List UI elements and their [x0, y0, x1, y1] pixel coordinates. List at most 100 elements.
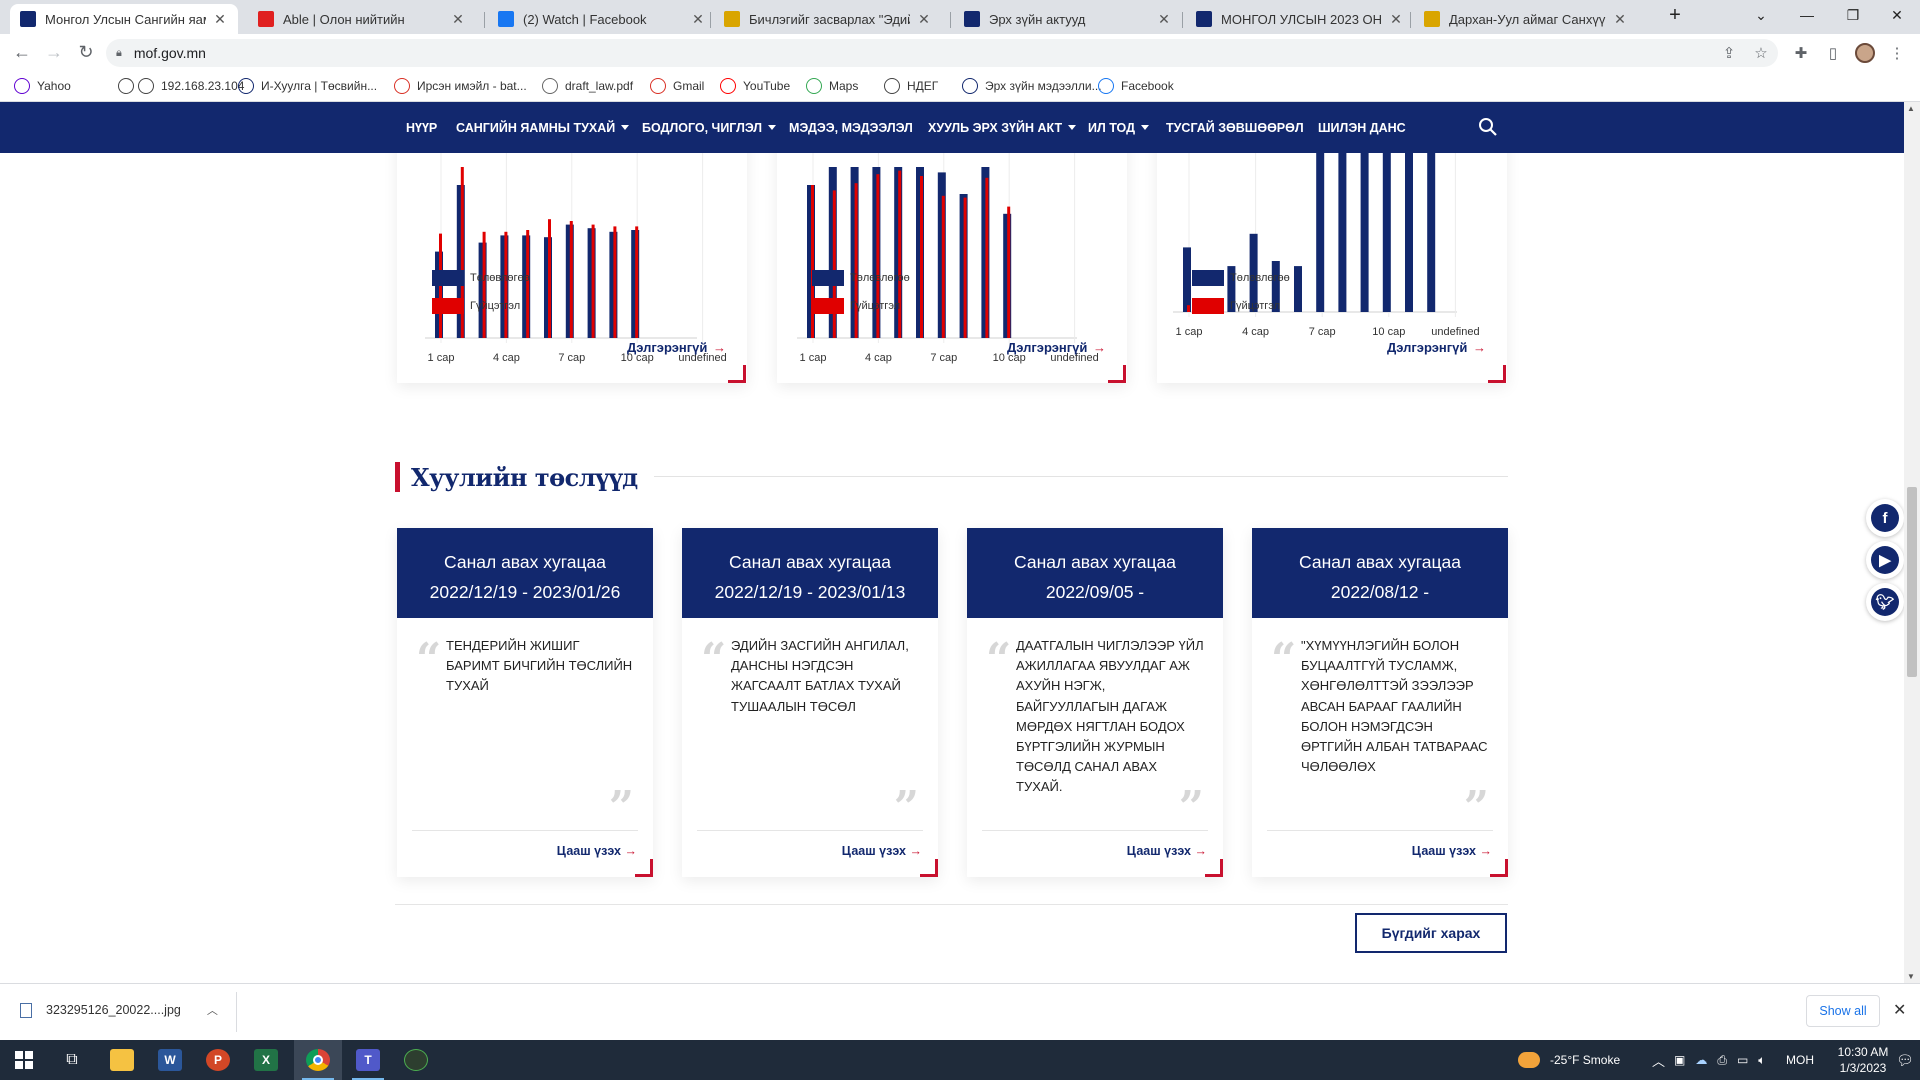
taskbar-teams[interactable]: T — [344, 1040, 392, 1080]
read-more-link[interactable]: Цааш үзэх → — [557, 844, 637, 858]
language-indicator[interactable]: МОН — [1786, 1040, 1814, 1080]
bar-actual[interactable] — [985, 177, 989, 338]
back-icon[interactable]: ← — [8, 40, 36, 64]
bookmark-item[interactable]: И-Хуулга | Төсвийн... — [238, 76, 377, 96]
read-more-link[interactable]: Цааш үзэх → — [1127, 844, 1207, 858]
page-scrollbar[interactable]: ▲ ▼ — [1904, 102, 1920, 983]
bookmark-item[interactable]: НДЕГ — [884, 76, 938, 96]
close-tab-icon[interactable]: ✕ — [1612, 11, 1628, 28]
weather-widget[interactable]: -25°F Smoke — [1518, 1040, 1620, 1080]
profile-avatar[interactable] — [1854, 42, 1876, 64]
bookmark-item[interactable]: 192.168.23.104 — [138, 76, 244, 96]
bar-actual[interactable] — [591, 224, 595, 338]
reload-icon[interactable]: ↻ — [72, 40, 100, 64]
close-tab-icon[interactable]: ✕ — [1388, 11, 1404, 28]
nav-item[interactable]: ИЛ ТОД — [1088, 102, 1150, 153]
nav-item[interactable]: ШИЛЭН ДАНС — [1318, 102, 1406, 153]
bar-actual[interactable] — [635, 226, 639, 338]
facebook-share-button[interactable]: f — [1866, 499, 1904, 537]
side-panel-icon[interactable]: ▯ — [1822, 42, 1844, 64]
taskbar-excel[interactable]: X — [242, 1040, 290, 1080]
scrollbar-thumb[interactable] — [1907, 487, 1917, 677]
bar-plan[interactable] — [1405, 153, 1413, 312]
onedrive-icon[interactable]: ☁ — [1695, 1053, 1707, 1067]
close-tab-icon[interactable]: ✕ — [450, 11, 466, 28]
bookmark-star-icon[interactable]: ☆ — [1750, 42, 1772, 64]
close-tab-icon[interactable]: ✕ — [690, 11, 706, 28]
show-all-downloads-button[interactable]: Show all — [1806, 995, 1880, 1027]
browser-tab[interactable]: МОНГОЛ УЛСЫН 2023 ОНЫ Т ✕ — [1186, 4, 1414, 34]
bar-plan[interactable] — [1183, 247, 1191, 312]
tab-search-icon[interactable]: ⌄ — [1738, 0, 1784, 30]
printer-icon[interactable]: ⎙ — [1717, 1053, 1727, 1068]
bar-actual[interactable] — [963, 197, 967, 338]
read-more-link[interactable]: Цааш үзэх → — [842, 844, 922, 858]
bar-actual[interactable] — [920, 176, 923, 338]
browser-tab[interactable]: Монгол Улсын Сангийн яам ✕ — [10, 4, 238, 34]
volume-icon[interactable]: 🔈︎ — [1758, 1053, 1765, 1068]
bar-plan[interactable] — [1338, 153, 1347, 312]
bar-actual[interactable] — [941, 195, 945, 338]
bar-actual[interactable] — [1007, 206, 1011, 338]
new-tab-button[interactable]: + — [1652, 0, 1698, 30]
extensions-icon[interactable]: ✚ — [1790, 42, 1812, 64]
bar-plan[interactable] — [1294, 266, 1302, 312]
bar-plan[interactable] — [1360, 153, 1369, 312]
nav-item[interactable]: НҮҮР — [406, 102, 437, 153]
meet-icon[interactable]: ▣ — [1674, 1053, 1685, 1067]
read-more-link[interactable]: Цааш үзэх → — [1412, 844, 1492, 858]
bookmark-item[interactable]: Facebook — [1098, 76, 1174, 96]
view-all-button[interactable]: Бүгдийг харах — [1355, 913, 1507, 953]
address-bar[interactable]: 🔒︎ mof.gov.mn — [106, 39, 1778, 67]
bar-actual[interactable] — [569, 221, 573, 338]
bookmark-item[interactable]: Gmail — [650, 76, 704, 96]
menu-kebab-icon[interactable]: ⋮ — [1886, 42, 1908, 64]
bookmark-item[interactable]: Ирсэн имэйл - bat... — [394, 76, 527, 96]
scroll-up-icon[interactable]: ▲ — [1907, 104, 1915, 113]
nav-item[interactable]: САНГИЙН ЯАМНЫ ТУХАЙ — [456, 102, 630, 153]
details-link[interactable]: Дэлгэрэнгүй → — [1387, 340, 1486, 355]
minimize-button[interactable]: — — [1784, 0, 1830, 30]
close-download-bar-icon[interactable]: ✕ — [1893, 1000, 1906, 1020]
taskbar-chrome[interactable] — [294, 1040, 342, 1080]
search-icon[interactable] — [1478, 117, 1498, 137]
browser-tab[interactable]: Able | Олон нийтийн ✕ — [248, 4, 476, 34]
taskbar-powerpoint[interactable]: P — [194, 1040, 242, 1080]
close-tab-icon[interactable]: ✕ — [1156, 11, 1172, 28]
bookmark-item[interactable]: Maps — [806, 76, 858, 96]
law-draft-card[interactable]: Санал авах хугацаа 2022/12/19 - 2023/01/2… — [397, 528, 653, 877]
nav-item[interactable]: ХУУЛЬ ЭРХ ЗҮЙН АКТ — [928, 102, 1077, 153]
bar-actual[interactable] — [832, 190, 836, 338]
bar-actual[interactable] — [1187, 305, 1190, 312]
browser-tab[interactable]: Бичлэгийг засварлах "Эдийн за ✕ — [714, 4, 942, 34]
law-draft-card[interactable]: Санал авах хугацаа 2022/08/12 - “"ХҮМҮҮНЛЭ… — [1252, 528, 1508, 877]
bar-actual[interactable] — [613, 226, 617, 338]
twitter-share-button[interactable]: 🐦︎ — [1866, 583, 1904, 621]
law-draft-card[interactable]: Санал авах хугацаа 2022/12/19 - 2023/01/1… — [682, 528, 938, 877]
show-hidden-icons[interactable]: ︿ — [1652, 1040, 1665, 1080]
bar-plan[interactable] — [1382, 153, 1391, 312]
close-tab-icon[interactable]: ✕ — [916, 11, 932, 28]
clock[interactable]: 10:30 AM 1/3/2023 — [1830, 1040, 1896, 1080]
notification-icon[interactable]: 💬︎ — [1896, 1040, 1914, 1080]
details-link[interactable]: Дэлгэрэнгүй → — [627, 340, 726, 355]
taskbar-file-explorer[interactable] — [98, 1040, 146, 1080]
nav-item[interactable]: БОДЛОГО, ЧИГЛЭЛ — [642, 102, 777, 153]
taskbar-app[interactable] — [392, 1040, 440, 1080]
bar-actual[interactable] — [548, 219, 551, 338]
bookmark-item[interactable]: YouTube — [720, 76, 790, 96]
task-view-button[interactable]: ⧉ — [48, 1040, 96, 1080]
scroll-down-icon[interactable]: ▼ — [1907, 972, 1915, 981]
nav-item[interactable]: МЭДЭЭ, МЭДЭЭЛЭЛ — [789, 102, 913, 153]
close-tab-icon[interactable]: ✕ — [212, 11, 228, 28]
chevron-up-icon[interactable]: ︿ — [207, 1002, 218, 1018]
bar-actual[interactable] — [854, 183, 858, 338]
share-icon[interactable]: ⇪ — [1718, 42, 1740, 64]
youtube-share-button[interactable]: ▶ — [1866, 541, 1904, 579]
browser-tab[interactable]: (2) Watch | Facebook ✕ — [488, 4, 716, 34]
windows-start-button[interactable] — [0, 1040, 48, 1080]
bar-plan[interactable] — [1427, 153, 1436, 312]
bookmark-item[interactable]: Эрх зүйн мэдээлли... — [962, 76, 1102, 96]
nav-item[interactable]: ТУСГАЙ ЗӨВШӨӨРӨЛ — [1166, 102, 1304, 153]
law-draft-card[interactable]: Санал авах хугацаа 2022/09/05 - “ДААТГАЛЫН… — [967, 528, 1223, 877]
